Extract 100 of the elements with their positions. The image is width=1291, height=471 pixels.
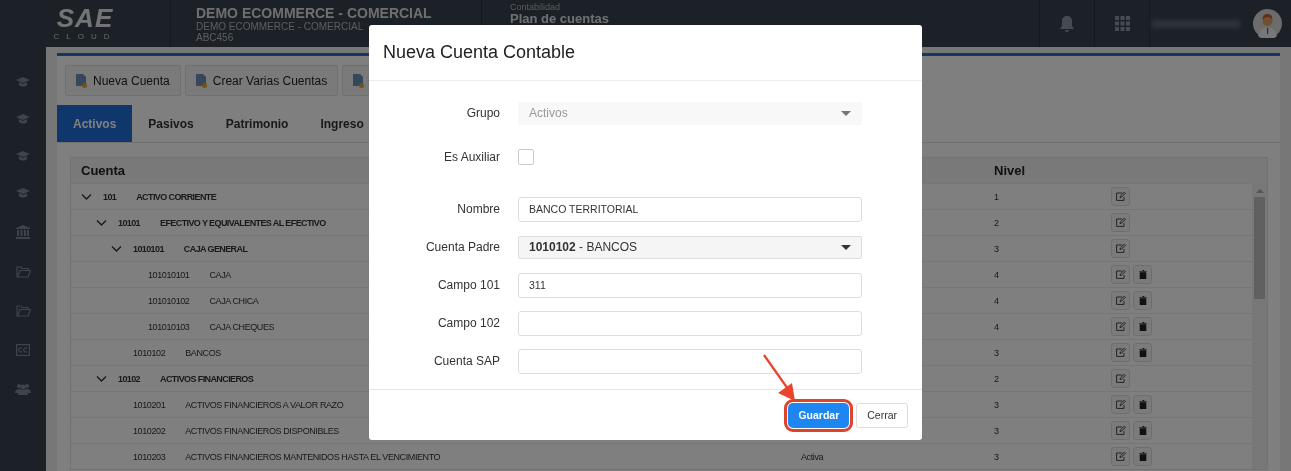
bell-icon[interactable] [1059, 14, 1075, 33]
input-field[interactable] [518, 310, 862, 336]
edit-icon [1115, 322, 1126, 331]
account-code: 1010203 [133, 451, 166, 462]
delete-button[interactable] [1133, 317, 1152, 336]
account-code: 101010103 [148, 321, 190, 332]
level-text: 2 [994, 373, 999, 384]
delete-button[interactable] [1133, 447, 1152, 466]
account-code: 1010101 [133, 243, 164, 254]
column-header: Cuenta [80, 162, 127, 180]
chevron-icon[interactable] [96, 218, 107, 227]
trash-icon [1138, 322, 1147, 331]
tab[interactable]: Patrimonio [209, 105, 305, 142]
edit-button[interactable] [1111, 239, 1130, 258]
account-name: CAJA CHEQUES [209, 321, 275, 332]
edit-button[interactable] [1111, 317, 1130, 336]
trash-icon [1138, 270, 1147, 279]
checkbox[interactable] [518, 149, 534, 165]
field-label: Cuenta Padre [424, 240, 500, 254]
chevron-icon[interactable] [111, 244, 122, 253]
dialog-title: Nueva Cuenta Contable [383, 42, 576, 63]
trash-icon [1138, 348, 1147, 357]
chevron-icon[interactable] [96, 374, 107, 383]
document-icon [353, 73, 365, 88]
document-icon [195, 73, 207, 88]
chevron-icon[interactable] [81, 192, 92, 201]
edit-button[interactable] [1111, 395, 1130, 414]
company-subtitle: DEMO ECOMMERCE - COMERCIAL [196, 20, 365, 32]
edit-button[interactable] [1111, 421, 1130, 440]
account-name: EFECTIVO Y EQUIVALENTES AL EFECTIVO [160, 217, 326, 228]
trash-icon [1138, 426, 1147, 435]
apps-grid-icon[interactable] [1114, 16, 1130, 31]
edit-button[interactable] [1111, 265, 1130, 284]
edit-button[interactable] [1111, 213, 1130, 232]
input-field[interactable]: BANCO TERRITORIAL [518, 196, 862, 222]
avatar[interactable] [1253, 9, 1282, 38]
input-field[interactable]: 311 [518, 272, 862, 298]
edit-button[interactable] [1111, 369, 1130, 388]
level-text: 4 [994, 269, 999, 280]
page-title: Plan de cuentas [510, 12, 610, 26]
edit-button[interactable] [1111, 343, 1130, 362]
toolbar-button[interactable]: Nueva Cuenta [65, 65, 181, 96]
delete-button[interactable] [1133, 291, 1152, 310]
input-field[interactable] [518, 348, 862, 374]
scrollbar[interactable] [1252, 183, 1267, 469]
column-header: Nivel [993, 162, 1027, 180]
edit-icon [1115, 218, 1126, 227]
account-code: 101010102 [148, 295, 190, 306]
edit-button[interactable] [1111, 447, 1130, 466]
field-label: Grupo [465, 106, 500, 120]
field-label: Campo 101 [436, 278, 500, 292]
edit-icon [1115, 192, 1126, 201]
delete-button[interactable] [1133, 421, 1152, 440]
account-code: 1010202 [133, 425, 166, 436]
edit-icon [1115, 452, 1126, 461]
document-icon [76, 73, 87, 88]
account-code: 101 [103, 191, 117, 202]
level-text: 3 [994, 399, 999, 410]
account-code: 101010101 [148, 269, 190, 280]
account-name: ACTIVOS FINANCIEROS A VALOR RAZO [185, 399, 344, 410]
level-text: 4 [994, 295, 999, 306]
account-name: BANCOS [185, 347, 221, 358]
delete-button[interactable] [1133, 395, 1152, 414]
field-label: Nombre [456, 202, 500, 216]
logo-text: SAE [56, 6, 114, 30]
close-button[interactable]: Cerrar [856, 402, 908, 428]
level-text: 3 [994, 451, 999, 462]
account-code: 10102 [118, 373, 141, 384]
account-code: 1010102 [133, 347, 166, 358]
status-text: Activa [801, 451, 824, 462]
level-text: 3 [994, 243, 999, 254]
account-code: 1010201 [133, 399, 166, 410]
account-name: ACTIVOS FINANCIEROS MANTENIDOS HASTA EL VENCIMIENTO [185, 451, 441, 462]
edit-icon [1115, 348, 1126, 357]
company-title: DEMO ECOMMERCE - COMERCIAL [196, 4, 433, 21]
account-name: ACTIVOS FINANCIEROS DISPONIBLES [185, 425, 339, 436]
toolbar-button[interactable]: Crear Varias Cuentas [184, 65, 339, 96]
tab[interactable]: Pasivos [132, 105, 210, 142]
company-code: ABC456 [196, 31, 235, 43]
caret-icon [841, 244, 851, 250]
account-code: 10101 [118, 217, 141, 228]
select-field[interactable]: 1010102 - BANCOS [518, 235, 862, 259]
edit-button[interactable] [1111, 187, 1130, 206]
logo-subtitle: CLOUD [53, 32, 117, 41]
account-name: ACTIVOS FINANCIEROS [160, 373, 254, 384]
edit-icon [1115, 374, 1126, 383]
level-text: 3 [994, 425, 999, 436]
delete-button[interactable] [1133, 265, 1152, 284]
tab[interactable]: Activos [57, 105, 133, 142]
trash-icon [1138, 296, 1147, 305]
edit-button[interactable] [1111, 291, 1130, 310]
tab[interactable]: Ingreso [304, 105, 380, 142]
edit-icon [1115, 400, 1126, 409]
caret-icon [841, 110, 851, 116]
level-text: 4 [994, 321, 999, 332]
edit-icon [1115, 244, 1126, 253]
field-label: Es Auxiliar [442, 150, 500, 164]
field-label: Cuenta SAP [432, 354, 500, 368]
delete-button[interactable] [1133, 343, 1152, 362]
level-text: 1 [994, 191, 999, 202]
